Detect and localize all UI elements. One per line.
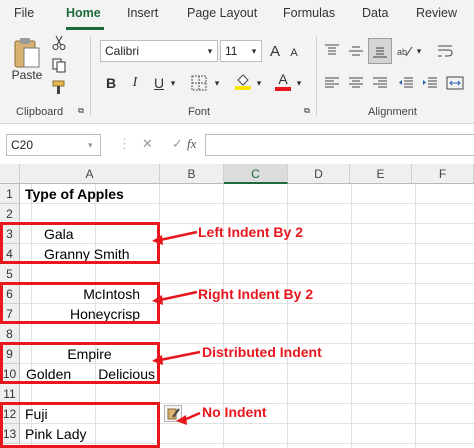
align-left-icon[interactable] <box>322 72 342 94</box>
tab-home[interactable]: Home <box>66 6 101 20</box>
borders-icon[interactable] <box>188 72 210 94</box>
enter-icon[interactable]: ✓ <box>172 136 183 152</box>
ribbon: Paste Clipboard ⧉ Calibri ▾ 11 ▾ A A B I… <box>0 30 474 124</box>
font-group-label: Font <box>188 106 211 118</box>
font-color-bar <box>275 86 291 91</box>
chevron-down-icon[interactable]: ▾ <box>212 72 222 94</box>
decrease-font-button[interactable]: A <box>286 43 302 63</box>
formula-bar: C20 ▾ ⋮ ✕ ✓ fx <box>0 124 474 164</box>
align-right-icon[interactable] <box>370 72 390 94</box>
font-name-select[interactable]: Calibri <box>100 40 218 62</box>
align-bottom-icon[interactable] <box>368 38 392 64</box>
align-middle-icon[interactable] <box>346 40 366 62</box>
distributed-indent-note: Distributed Indent <box>202 344 322 360</box>
font-color-glyph: A <box>278 70 288 87</box>
cut-icon[interactable] <box>50 34 68 52</box>
tab-file[interactable]: File <box>14 6 34 20</box>
bold-button[interactable]: B <box>102 72 120 94</box>
dialog-launcher-icon[interactable]: ⧉ <box>76 106 86 116</box>
increase-indent-icon[interactable] <box>420 72 440 94</box>
right-indent-note: Right Indent By 2 <box>198 286 314 302</box>
orientation-icon[interactable]: ab <box>394 40 416 62</box>
svg-text:ab: ab <box>397 47 407 57</box>
chevron-down-icon[interactable]: ▾ <box>414 40 424 62</box>
tab-review[interactable]: Review <box>416 6 457 20</box>
tab-data[interactable]: Data <box>362 6 388 20</box>
wrap-text-icon[interactable] <box>434 40 456 62</box>
chevron-down-icon[interactable]: ▾ <box>204 42 216 60</box>
align-center-icon[interactable] <box>346 72 366 94</box>
chevron-down-icon[interactable]: ▾ <box>294 72 304 94</box>
no-indent-note: No Indent <box>202 404 267 420</box>
tab-insert[interactable]: Insert <box>127 6 158 20</box>
copy-icon[interactable] <box>50 56 68 74</box>
alignment-group-label: Alignment <box>368 106 417 118</box>
insert-function-icon[interactable]: fx <box>187 136 196 152</box>
name-box[interactable]: C20 <box>6 134 101 156</box>
chevron-down-icon[interactable]: ▾ <box>88 140 93 151</box>
chevron-down-icon[interactable]: ▾ <box>168 72 178 94</box>
tab-page-layout[interactable]: Page Layout <box>187 6 257 20</box>
menu-bar: File Home Insert Page Layout Formulas Da… <box>0 0 474 30</box>
worksheet-grid: A B C D E F 1 2 3 4 5 6 7 8 9 10 11 12 1… <box>0 164 474 448</box>
ribbon-separator <box>316 36 317 116</box>
cancel-icon[interactable]: ✕ <box>142 136 153 152</box>
formula-input[interactable] <box>205 134 474 156</box>
chevron-down-icon[interactable]: ▾ <box>248 42 260 60</box>
left-indent-note: Left Indent By 2 <box>198 224 304 240</box>
align-top-icon[interactable] <box>322 40 342 62</box>
underline-button[interactable]: U <box>150 72 168 94</box>
paste-button[interactable]: Paste <box>10 68 44 82</box>
dialog-launcher-icon[interactable]: ⧉ <box>302 106 312 116</box>
tab-formulas[interactable]: Formulas <box>283 6 335 20</box>
format-painter-icon[interactable] <box>50 78 68 96</box>
decrease-indent-icon[interactable] <box>396 72 416 94</box>
ribbon-separator <box>90 36 91 116</box>
colon-divider-icon: ⋮ <box>118 136 131 151</box>
merge-center-icon[interactable] <box>444 72 466 94</box>
italic-button[interactable]: I <box>126 72 144 94</box>
increase-font-button[interactable]: A <box>266 40 284 62</box>
clipboard-group-label: Clipboard <box>16 106 64 118</box>
fill-color-icon[interactable] <box>232 70 254 92</box>
font-color-icon[interactable]: A <box>272 70 294 92</box>
paste-icon[interactable] <box>10 36 44 70</box>
chevron-down-icon[interactable]: ▾ <box>254 72 264 94</box>
